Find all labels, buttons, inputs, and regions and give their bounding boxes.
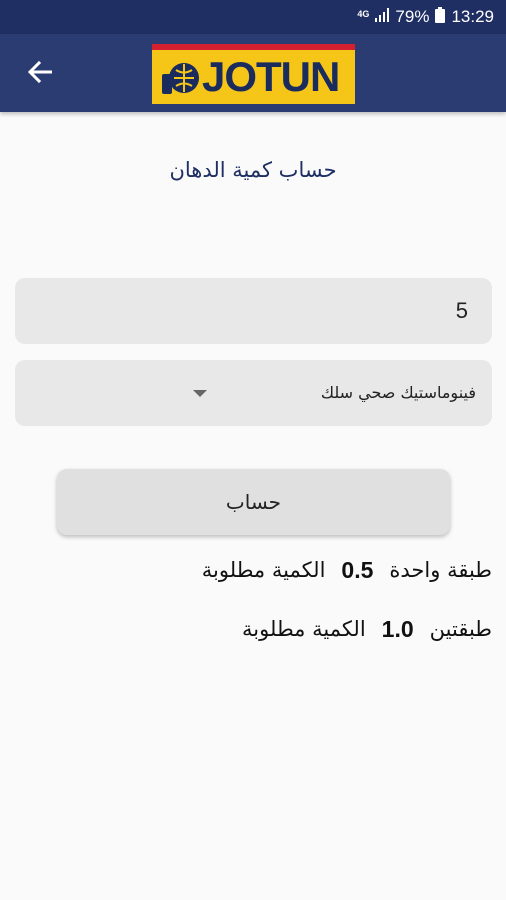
status-bar: 4G 79% 13:29 [0,0,506,34]
globe-hand-icon [160,58,202,96]
app-bar: JOTUN [0,34,506,112]
network-type-label: 4G [357,8,370,19]
result-value: 1.0 [381,615,414,642]
jotun-logo: JOTUN [152,44,355,104]
result-label: الكمية مطلوبة [201,558,326,582]
page-title: حساب كمية الدهان [169,158,337,182]
result-label: الكمية مطلوبة [242,617,366,641]
battery-percent: 79% [395,7,430,26]
product-select[interactable]: فينوماستيك صحي سلك [15,360,492,426]
signal-icon [375,7,390,27]
clock: 13:29 [451,7,494,26]
logo-wordmark: JOTUN [202,53,340,100]
result-value: 0.5 [341,556,374,583]
result-two-coats: الكمية مطلوبة 1.0 طبقتين [242,609,492,649]
result-unit: طبقة واحدة [389,558,492,582]
arrow-left-icon [27,60,53,88]
area-input-container [15,278,492,344]
product-select-value: فينوماستيك صحي سلك [320,383,476,402]
calculate-button[interactable]: حساب [57,469,450,535]
battery-icon [435,6,446,28]
logo-red-stripe [152,44,355,50]
dropdown-caret-icon [193,390,207,397]
status-indicators: 4G 79% 13:29 [357,0,494,34]
result-unit: طبقتين [429,617,492,641]
back-button[interactable] [20,54,60,94]
result-one-coat: الكمية مطلوبة 0.5 طبقة واحدة [202,550,492,590]
area-input[interactable] [15,278,492,344]
